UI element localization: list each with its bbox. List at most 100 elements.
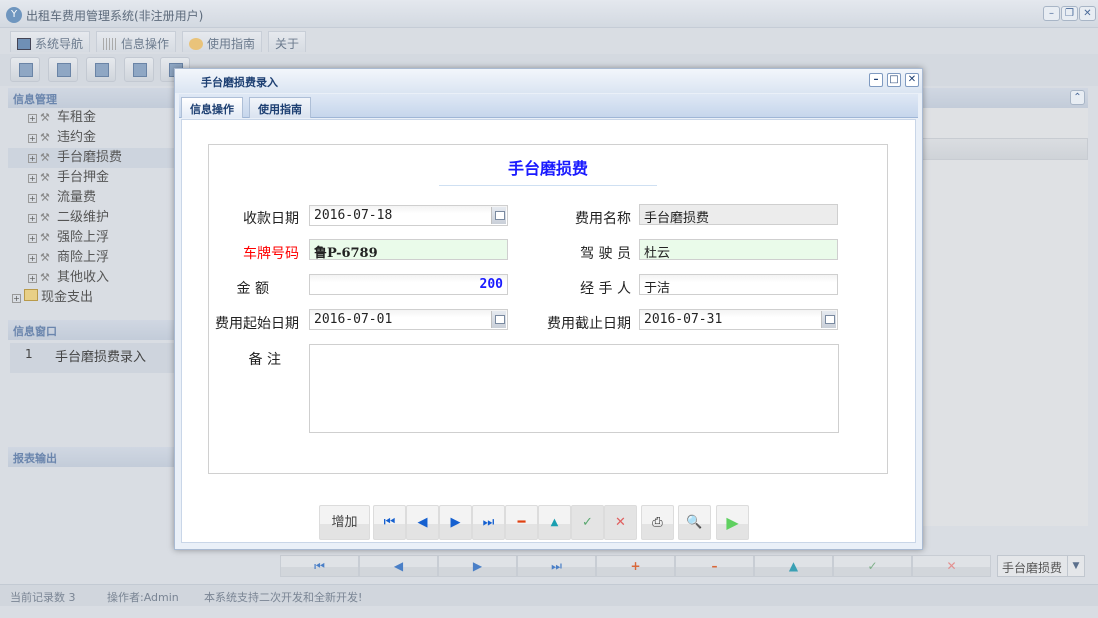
play-icon[interactable]: ▶ [716, 505, 749, 540]
tab-guide[interactable]: 使用指南 [182, 31, 262, 52]
tab-info-ops[interactable]: 信息操作 [96, 31, 176, 52]
document-tool-button[interactable] [86, 57, 116, 82]
tree-item[interactable]: +⚒手台押金 [8, 168, 175, 188]
dialog-minimize-button[interactable]: – [869, 73, 883, 87]
grid-icon [103, 38, 117, 50]
tool-icon: ⚒ [40, 252, 54, 264]
last-button[interactable]: ⏭ [472, 505, 505, 540]
form-select-combo[interactable]: 手台磨损费▼ [997, 555, 1085, 577]
tree-item[interactable]: +⚒二级维护 [8, 208, 175, 228]
amount-field[interactable]: 200 [309, 274, 508, 295]
dialog-tab-info-ops[interactable]: 信息操作 [181, 97, 243, 118]
add-record-button[interactable]: + [596, 555, 675, 577]
next-record-button[interactable]: ▶ [438, 555, 517, 577]
field-value: 2016-07-31 [644, 312, 722, 327]
status-bar: 当前记录数 3 操作者:Admin 本系统支持二次开发和全新开发! [0, 584, 1098, 606]
dialog-maximize-button[interactable]: □ [887, 73, 901, 87]
handler-field[interactable]: 于洁 [639, 274, 838, 295]
first-button[interactable]: ⏮ [373, 505, 406, 540]
last-record-button[interactable]: ⏭ [517, 555, 596, 577]
app-titlebar: Y 出租车费用管理系统(非注册用户) – ❐ ✕ [0, 0, 1098, 28]
restore-button[interactable]: ❐ [1061, 6, 1078, 21]
tree-item[interactable]: +⚒强险上浮 [8, 228, 175, 248]
tool-icon: ⚒ [40, 192, 54, 204]
tree-item-selected[interactable]: +⚒手台磨损费 [8, 148, 175, 168]
form-title: 手台磨损费 [439, 155, 657, 186]
tree-item[interactable]: +现金支出 [8, 288, 175, 308]
user-tool-button[interactable] [124, 57, 154, 82]
tree-item[interactable]: +⚒其他收入 [8, 268, 175, 288]
tree-item[interactable]: +⚒车租金 [8, 108, 175, 128]
tree-label: 现金支出 [41, 290, 93, 305]
tab-about[interactable]: 关于 [268, 31, 306, 52]
print-icon[interactable]: ⎙ [641, 505, 674, 540]
receipt-date-field[interactable]: 2016-07-18 [309, 205, 508, 226]
tool-icon: ⚒ [40, 232, 54, 244]
close-button[interactable]: ✕ [1079, 6, 1096, 21]
edit-button[interactable]: ▲ [538, 505, 571, 540]
cancel-button[interactable]: ✕ [912, 555, 991, 577]
first-record-button[interactable]: ⏮ [280, 555, 359, 577]
search-icon [19, 63, 33, 77]
save-button[interactable]: ✓ [571, 505, 604, 540]
tool-icon: ⚒ [40, 132, 54, 144]
tree-label: 其他收入 [57, 270, 109, 285]
help-icon [189, 38, 203, 50]
cancel-edit-button[interactable]: ✕ [604, 505, 637, 540]
panel-report-header: 报表输出 [8, 447, 175, 467]
start-date-field[interactable]: 2016-07-01 [309, 309, 508, 330]
driver-field[interactable]: 杜云 [639, 239, 838, 260]
start-date-label: 费用起始日期 [209, 313, 299, 333]
calendar-icon[interactable] [491, 311, 506, 328]
folder-icon [24, 289, 38, 301]
fee-name-field[interactable]: 手台磨损费 [639, 204, 838, 225]
dialog-tabs: 信息操作 使用指南 [179, 94, 918, 118]
search-tool-button[interactable] [10, 57, 40, 82]
tree-label: 手台磨损费 [57, 150, 122, 165]
tree-label: 车租金 [57, 110, 96, 125]
prev-record-button[interactable]: ◀ [359, 555, 438, 577]
field-value: 2016-07-18 [314, 208, 392, 223]
monitor-icon [17, 38, 31, 50]
tool-icon: ⚒ [40, 112, 54, 124]
tab-label: 关于 [275, 37, 299, 51]
plate-field[interactable]: 鲁P-6789 [309, 239, 508, 260]
list-tool-button[interactable] [48, 57, 78, 82]
end-date-field[interactable]: 2016-07-31 [639, 309, 838, 330]
tree-item[interactable]: +⚒流量费 [8, 188, 175, 208]
calendar-icon[interactable] [821, 311, 836, 328]
tool-icon: ⚒ [40, 272, 54, 284]
tab-label: 信息操作 [121, 37, 169, 51]
tool-icon: ⚒ [40, 212, 54, 224]
calendar-icon[interactable] [491, 207, 506, 224]
fee-entry-dialog: 手台磨损费录入 – □ ✕ 信息操作 使用指南 手台磨损费 收款日期 2016-… [174, 68, 923, 550]
dialog-titlebar[interactable]: 手台磨损费录入 – □ ✕ [175, 69, 922, 93]
tree-label: 商险上浮 [57, 250, 109, 265]
tree-label: 流量费 [57, 190, 96, 205]
chevron-down-icon[interactable]: ▼ [1067, 556, 1084, 576]
next-button[interactable]: ▶ [439, 505, 472, 540]
remark-textarea[interactable] [309, 344, 839, 433]
tree-label: 手台押金 [57, 170, 109, 185]
tree-label: 二级维护 [57, 210, 109, 225]
prev-button[interactable]: ◀ [406, 505, 439, 540]
print-preview-icon[interactable]: 🔍 [678, 505, 711, 540]
end-date-label: 费用截止日期 [541, 313, 631, 333]
field-value: 2016-07-01 [314, 312, 392, 327]
add-button[interactable]: 增加 [319, 505, 370, 540]
confirm-button[interactable]: ✓ [833, 555, 912, 577]
window-list-item[interactable]: 1 手台磨损费录入 [10, 343, 175, 373]
tab-system-nav[interactable]: 系统导航 [10, 31, 90, 52]
tree-item[interactable]: +⚒违约金 [8, 128, 175, 148]
collapse-icon[interactable]: ⌃ [1070, 90, 1085, 105]
delete-button[interactable]: ━ [505, 505, 538, 540]
tree-item[interactable]: +⚒商险上浮 [8, 248, 175, 268]
tree-label: 违约金 [57, 130, 96, 145]
window-label: 手台磨损费录入 [55, 346, 146, 365]
dialog-tab-guide[interactable]: 使用指南 [249, 97, 311, 118]
minimize-button[interactable]: – [1043, 6, 1060, 21]
dialog-close-button[interactable]: ✕ [905, 73, 919, 87]
edit-record-button[interactable]: ▲ [754, 555, 833, 577]
remark-label: 备 注 [209, 349, 299, 369]
delete-record-button[interactable]: – [675, 555, 754, 577]
